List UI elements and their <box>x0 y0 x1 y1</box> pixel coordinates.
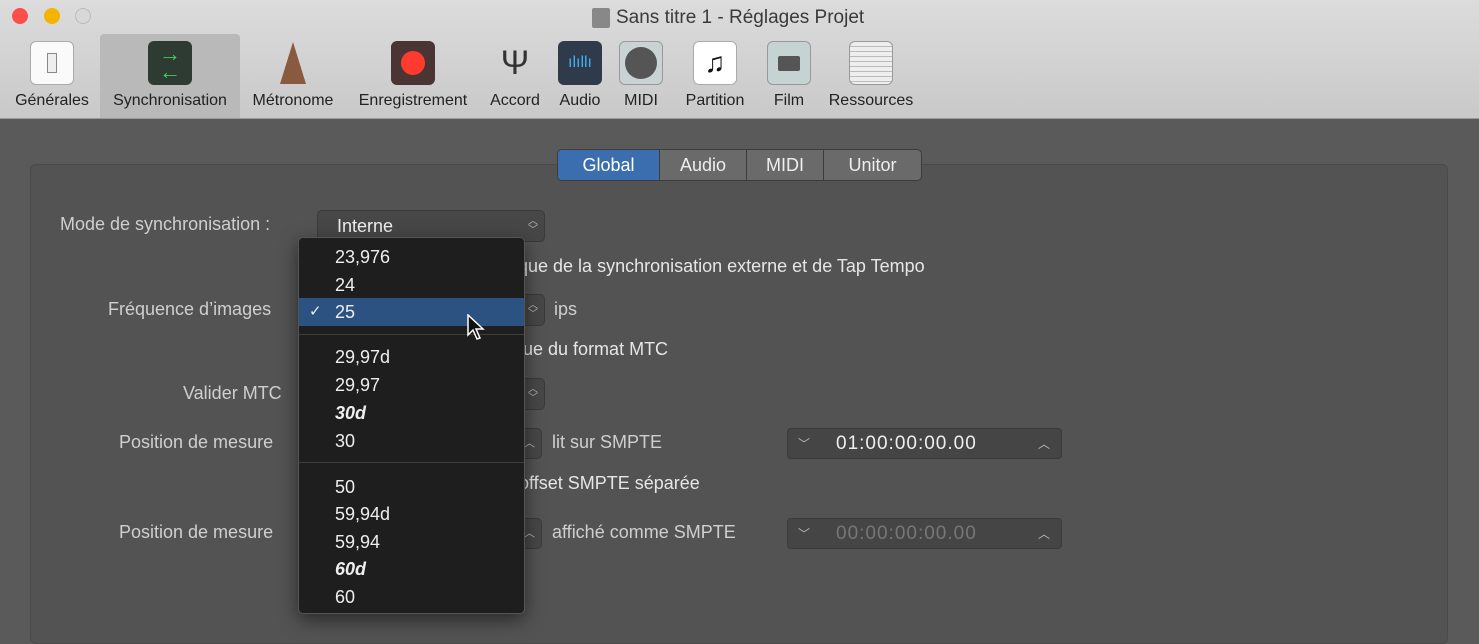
chevron-down-icon[interactable]: ﹀ <box>798 435 811 452</box>
chevron-up-icon: ︿ <box>524 527 535 539</box>
midi-port-icon <box>619 41 663 85</box>
toolbar-metronome[interactable]: Métronome <box>246 34 340 118</box>
frame-rate-label: Fréquence d’images <box>108 299 272 319</box>
toolbar-partition[interactable]: ♫ Partition <box>676 34 754 118</box>
toolbar-midi[interactable]: MIDI <box>614 34 668 118</box>
toolbar-ressources[interactable]: Ressources <box>822 34 920 118</box>
toolbar-label: Audio <box>559 92 601 109</box>
toolbar-film[interactable]: Film <box>762 34 816 118</box>
document-icon <box>592 8 610 28</box>
tuning-fork-icon: Ψ <box>500 43 530 82</box>
menu-item-label: 60 <box>335 587 356 607</box>
menu-item-5994d[interactable]: 59,94d <box>299 500 524 528</box>
sync-mode-value: Interne <box>337 216 394 236</box>
menu-item-30d[interactable]: 30d <box>299 399 524 427</box>
toolbar-label: Film <box>773 92 805 109</box>
tab-audio[interactable]: Audio <box>660 150 747 180</box>
tab-unitor[interactable]: Unitor <box>824 150 921 180</box>
menu-item-label: 23,976 <box>335 247 391 267</box>
menu-item-5994[interactable]: 59,94 <box>299 528 524 556</box>
briefcase-icon <box>849 41 893 85</box>
sync-mode-label: Mode de synchronisation : <box>60 214 271 234</box>
menu-separator <box>299 334 524 335</box>
sync-arrows-icon: → ← <box>148 41 192 85</box>
tab-midi[interactable]: MIDI <box>747 150 824 180</box>
tab-global[interactable]: Global <box>558 150 660 180</box>
zoom-button[interactable] <box>75 8 91 24</box>
music-note-icon: ♫ <box>693 41 737 85</box>
toolbar-generales[interactable]: Générales <box>4 34 100 118</box>
menu-item-2997[interactable]: 29,97 <box>299 371 524 399</box>
position2-suffix: affiché comme SMPTE <box>552 522 736 542</box>
updown-arrows-icon: ︿ ﹀ <box>528 300 538 320</box>
menu-separator <box>299 462 524 463</box>
menu-item-2997d[interactable]: 29,97d <box>299 343 524 371</box>
menu-item-label: 29,97d <box>335 347 391 367</box>
toolbar-synchronisation[interactable]: → ← Synchronisation <box>100 34 240 118</box>
checkbox-external-sync-label[interactable]: ique de la synchronisation externe et de… <box>514 256 925 277</box>
menu-item-label: 60d <box>335 559 367 579</box>
toolbar-label: Accord <box>490 92 540 109</box>
smpte-value: 00:00:00:00.00 <box>836 523 977 544</box>
menu-item-25[interactable]: ✓ 25 <box>299 298 524 326</box>
close-button[interactable] <box>12 8 28 24</box>
smpte-display-field: ﹀ 00:00:00:00.00 ︿ <box>787 518 1062 549</box>
menu-item-label: 59,94 <box>335 532 381 552</box>
window-titlebar: Sans titre 1 - Réglages Projet Générales… <box>0 0 1479 119</box>
menu-item-label: 25 <box>335 302 356 322</box>
chevron-up-icon: ︿ <box>1037 527 1051 541</box>
tab-bar: Global Audio MIDI Unitor <box>557 149 922 181</box>
validate-mtc-label: Valider MTC <box>183 383 282 403</box>
toolbar-label: Partition <box>685 92 745 109</box>
window-title: Sans titre 1 - Réglages Projet <box>592 7 864 29</box>
menu-item-label: 30 <box>335 431 356 451</box>
menu-item-24[interactable]: 24 <box>299 271 524 299</box>
toolbar-label: Synchronisation <box>113 92 227 109</box>
checkbox-mtc-format-label[interactable]: que du format MTC <box>513 339 668 360</box>
checkbox-smpte-offset-label[interactable]: offset SMPTE séparée <box>519 473 700 494</box>
updown-arrows-icon: ︿ ﹀ <box>528 216 538 236</box>
record-icon <box>391 41 435 85</box>
minimize-button[interactable] <box>44 8 60 24</box>
smpte-position-field[interactable]: ﹀ 01:00:00:00.00 ︿ <box>787 428 1062 459</box>
toolbar-label: Générales <box>15 92 89 109</box>
menu-item-label: 24 <box>335 275 356 295</box>
menu-item-60[interactable]: 60 <box>299 583 524 611</box>
mouse-pointer-icon <box>467 314 485 340</box>
position1-label: Position de mesure <box>119 432 274 452</box>
toolbar-label: Ressources <box>828 92 914 109</box>
frame-rate-unit: ips <box>554 299 578 319</box>
menu-item-60d[interactable]: 60d <box>299 555 524 583</box>
menu-item-label: 59,94d <box>335 504 391 524</box>
toolbar-accord[interactable]: Ψ Accord <box>484 34 546 118</box>
checkmark-icon: ✓ <box>309 303 322 320</box>
position1-suffix: lit sur SMPTE <box>552 432 663 452</box>
menu-item-label: 30d <box>335 403 367 423</box>
menu-item-label: 29,97 <box>335 375 381 395</box>
position2-label: Position de mesure <box>119 522 274 542</box>
chevron-up-icon: ︿ <box>524 437 535 449</box>
toolbar-enregistrement[interactable]: Enregistrement <box>350 34 476 118</box>
menu-item-23976[interactable]: 23,976 <box>299 243 524 271</box>
metronome-icon <box>271 41 315 85</box>
waveform-icon: ılıllı <box>558 41 602 85</box>
toolbar-label: Enregistrement <box>358 92 468 109</box>
chevron-up-icon[interactable]: ︿ <box>1038 435 1051 452</box>
settings-panel <box>30 164 1448 644</box>
toolbar-audio[interactable]: ılıllı Audio <box>552 34 608 118</box>
chevron-down-icon: ﹀ <box>798 527 812 541</box>
updown-arrows-icon: ︿ ﹀ <box>528 384 538 404</box>
switch-icon <box>30 41 74 85</box>
toolbar-label: Métronome <box>252 92 334 109</box>
window-title-text: Sans titre 1 - Réglages Projet <box>616 7 865 28</box>
menu-item-label: 50 <box>335 477 356 497</box>
smpte-value: 01:00:00:00.00 <box>836 433 977 454</box>
menu-item-30[interactable]: 30 <box>299 427 524 455</box>
frame-rate-menu: 23,976 24 ✓ 25 29,97d 29,97 30d 30 50 59,… <box>298 237 525 614</box>
video-camera-icon <box>767 41 811 85</box>
menu-item-50[interactable]: 50 <box>299 473 524 501</box>
toolbar-label: MIDI <box>624 92 658 109</box>
